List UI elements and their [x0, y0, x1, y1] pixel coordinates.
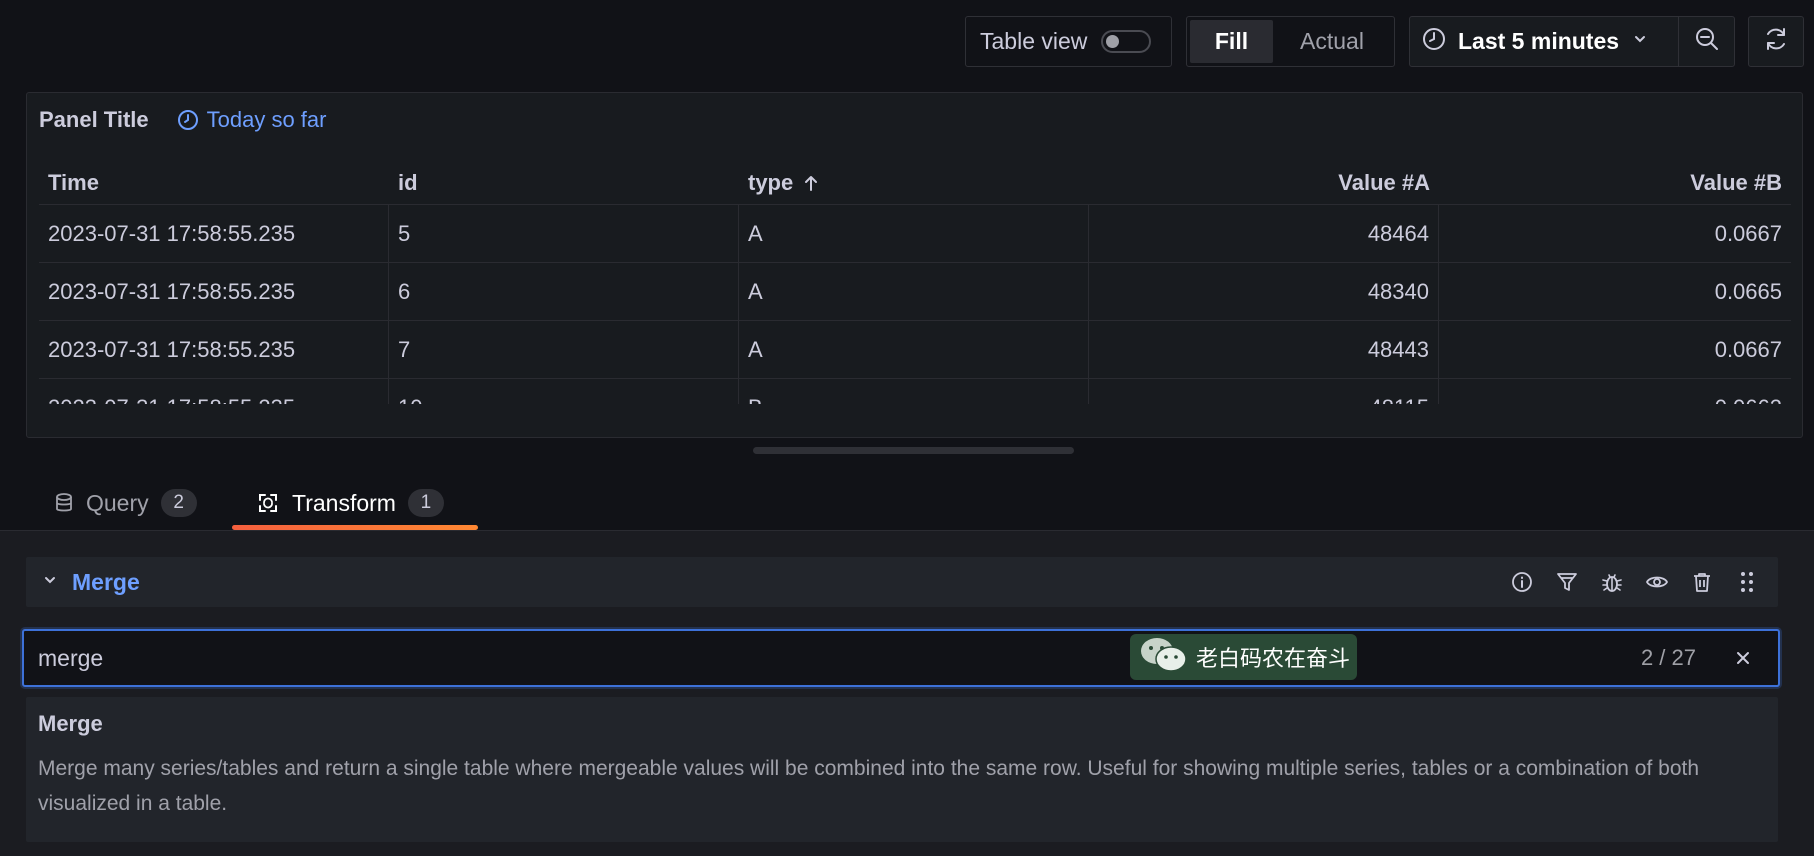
table-cell-type: A: [739, 205, 1089, 262]
info-icon[interactable]: [1506, 567, 1537, 598]
column-header-value-a[interactable]: Value #A: [1089, 170, 1439, 196]
table-cell-time: 2023-07-31 17:58:55.235: [39, 321, 389, 378]
time-range-picker: Last 5 minutes: [1409, 16, 1735, 67]
switch-knob: [1106, 35, 1120, 48]
filter-icon[interactable]: [1551, 567, 1582, 598]
watermark-text: 老白码农在奋斗: [1196, 646, 1351, 671]
time-range-button[interactable]: Last 5 minutes: [1410, 17, 1680, 66]
column-header-value-b[interactable]: Value #B: [1439, 170, 1791, 196]
table-scroll-area[interactable]: Time id type Value #A Value #B 2023-07-3…: [39, 161, 1791, 404]
table-cell-value-b: 0.0667: [1714, 336, 1782, 362]
time-range-label: Last 5 minutes: [1458, 28, 1620, 54]
table-row[interactable]: 2023-07-31 17:58:55.235 7 A 48443 0.0667: [39, 321, 1791, 379]
transform-editor: Merge merge 2 / 27 Merge Merge many seri…: [0, 530, 1814, 856]
table-row[interactable]: 2023-07-31 17:58:55.235 5 A 48464 0.0667: [39, 205, 1791, 263]
refresh-icon: [1762, 25, 1790, 58]
watermark-overlay: 老白码农在奋斗: [1130, 634, 1357, 680]
fill-button[interactable]: Fill: [1190, 20, 1273, 63]
transformation-card-description: Merge many series/tables and return a si…: [38, 757, 1700, 815]
panel-header: Panel Title Today so far: [39, 105, 326, 135]
table-cell-time: 2023-07-31 17:58:55.235: [39, 379, 389, 404]
tab-transform-count-badge: 1: [407, 489, 444, 517]
database-icon: [56, 493, 72, 512]
table-body: 2023-07-31 17:58:55.235 5 A 48464 0.0667 2023…: [39, 205, 1791, 404]
close-icon[interactable]: [1730, 645, 1756, 671]
refresh-button[interactable]: [1748, 16, 1804, 67]
transformation-search-input[interactable]: merge 2 / 27: [22, 629, 1780, 687]
table-cell-id: 6: [389, 263, 739, 320]
table-cell-time: 2023-07-31 17:58:55.235: [39, 205, 389, 262]
panel-time-info: Today so far: [177, 107, 327, 133]
column-header-id[interactable]: id: [389, 170, 739, 196]
tab-query-count-badge: 2: [160, 489, 197, 517]
transformation-actions: [1506, 557, 1762, 607]
table-cell-value-a: 48443: [1089, 321, 1439, 378]
table-cell-id: 10: [389, 379, 739, 404]
chevron-down-icon[interactable]: [42, 572, 58, 593]
search-input-value: merge: [38, 644, 104, 671]
table-cell-type: A: [739, 263, 1089, 320]
tab-transform-label: Transform: [292, 489, 396, 516]
panel-resize-handle[interactable]: [753, 447, 1074, 454]
table-cell-value-b: 0.0662: [1439, 379, 1791, 405]
sort-ascending-icon: [803, 174, 819, 192]
actual-button[interactable]: Actual: [1273, 20, 1391, 63]
table-cell-value-a: 48340: [1089, 263, 1439, 320]
eye-icon[interactable]: [1641, 567, 1672, 598]
tab-query[interactable]: Query 2: [54, 476, 197, 530]
debug-icon[interactable]: [1596, 567, 1627, 598]
transformation-name: Merge: [72, 568, 140, 595]
table-cell-value-a: 48464: [1089, 205, 1439, 262]
drag-handle-icon[interactable]: [1731, 567, 1762, 598]
panel-time-label: Today so far: [206, 107, 327, 132]
table-view-label: Table view: [980, 28, 1088, 54]
fill-actual-segmented: Fill Actual: [1186, 16, 1395, 67]
column-header-type-label: type: [748, 169, 794, 195]
chevron-down-icon: [1633, 32, 1647, 51]
panel-title[interactable]: Panel Title: [39, 107, 149, 133]
tab-transform[interactable]: Transform 1: [232, 476, 478, 530]
transformation-card-merge[interactable]: Merge Merge many series/tables and retur…: [26, 697, 1778, 842]
table-view-toggle[interactable]: Table view: [965, 16, 1172, 67]
zoom-out-icon: [1694, 26, 1720, 57]
table-cell-value-a: 48115: [1089, 379, 1439, 404]
table-row[interactable]: 2023-07-31 17:58:55.235 6 A 48340 0.0665: [39, 263, 1791, 321]
search-result-count: 2 / 27: [1640, 645, 1696, 670]
table-cell-value-b: 0.0665: [1714, 278, 1782, 304]
table-cell-value-b: 0.0667: [1714, 220, 1782, 246]
clock-icon: [1422, 27, 1446, 56]
table-row[interactable]: 2023-07-31 17:58:55.23510B481150.0662: [39, 379, 1791, 404]
transformation-row-merge[interactable]: Merge: [26, 557, 1778, 607]
clock-icon: [177, 110, 198, 130]
table-cell-type: B: [739, 379, 1089, 404]
tab-query-label: Query: [86, 489, 149, 516]
table-view-switch[interactable]: [1101, 30, 1152, 53]
table-cell-id: 5: [389, 205, 739, 262]
zoom-out-button[interactable]: [1679, 17, 1734, 66]
column-header-time[interactable]: Time: [39, 170, 389, 196]
table-cell-id: 7: [389, 321, 739, 378]
transformation-card-title: Merge: [38, 711, 103, 736]
transform-icon: [259, 494, 277, 512]
wechat-icon: [1138, 635, 1190, 680]
table-cell-time: 2023-07-31 17:58:55.235: [39, 263, 389, 320]
column-header-type[interactable]: type: [739, 170, 1089, 196]
table-cell-type: A: [739, 321, 1089, 378]
editor-tabs: Query 2 Transform 1: [0, 476, 1814, 530]
top-toolbar: Table view Fill Actual Last 5 minutes: [0, 16, 1814, 68]
table-header: Time id type Value #A Value #B: [39, 161, 1791, 205]
table-panel: Panel Title Today so far Time id type Va…: [26, 92, 1803, 438]
trash-icon[interactable]: [1686, 567, 1717, 598]
